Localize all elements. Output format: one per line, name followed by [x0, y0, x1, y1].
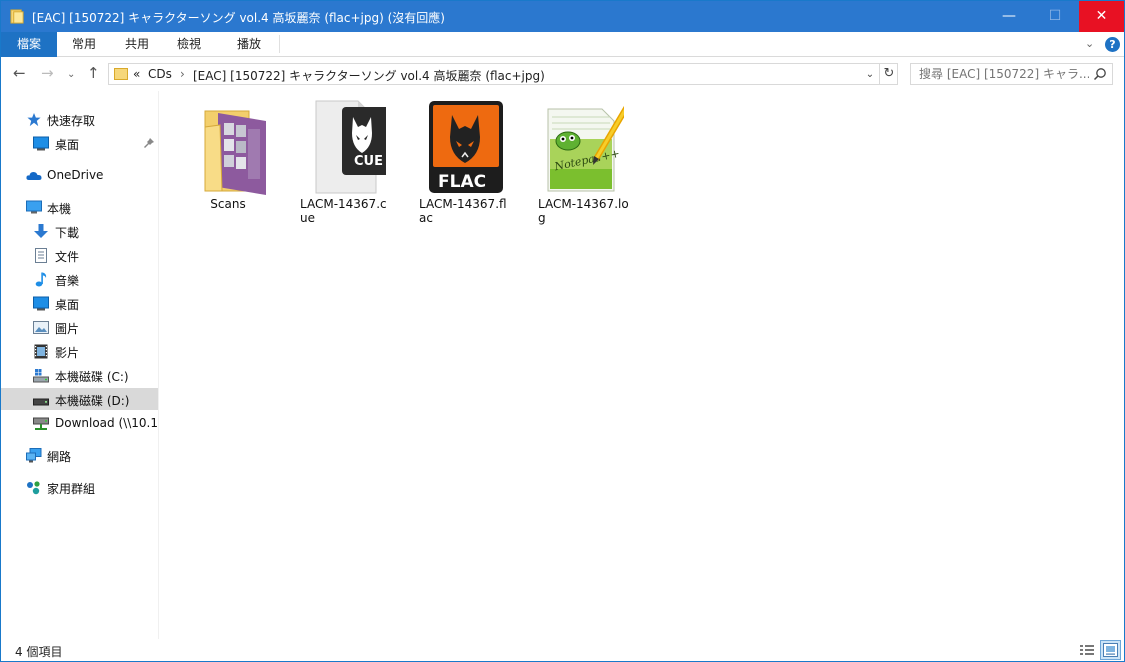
recent-locations-chevron-icon[interactable]: ⌄ — [67, 67, 75, 83]
sidebar-item-label: 本機 — [47, 202, 72, 216]
sidebar-item-label: 快速存取 — [47, 114, 96, 128]
cloud-icon — [26, 172, 42, 180]
flac-file-icon: FLAC — [429, 101, 503, 193]
file-item-cue[interactable]: CUE LACM-14367.cue — [298, 99, 394, 229]
sidebar-item-label: Download (\\10.10 — [55, 416, 158, 430]
drive-d-icon — [33, 398, 49, 406]
breadcrumb-current-folder[interactable]: [EAC] [150722] キャラクターソング vol.4 高坂麗奈 (fla… — [193, 67, 545, 84]
cue-file-icon: CUE — [315, 100, 386, 194]
expand-ribbon-chevron-icon[interactable]: ⌄ — [1085, 37, 1094, 50]
music-icon — [35, 272, 47, 287]
back-arrow-icon[interactable]: ← — [13, 65, 26, 81]
folder-icon — [114, 68, 128, 80]
sidebar-item-label: 網路 — [47, 450, 72, 464]
file-name: Scans — [210, 197, 246, 211]
close-button[interactable]: ✕ — [1079, 1, 1124, 32]
sidebar-item-label: 音樂 — [55, 274, 80, 288]
file-item-scans-folder[interactable]: Scans — [180, 99, 276, 229]
cue-badge-label: CUE — [354, 154, 383, 169]
sidebar-item-desktop-pinned[interactable]: 桌面 — [1, 132, 158, 154]
refresh-icon[interactable]: ↻ — [879, 64, 898, 84]
sidebar-item-drive-d[interactable]: 本機磁碟 (D:) — [1, 388, 158, 410]
window-title: [EAC] [150722] キャラクターソング vol.4 高坂麗奈 (fla… — [32, 11, 445, 25]
sidebar-item-network[interactable]: 網路 — [1, 444, 158, 466]
notepad-plus-plus-icon: Notepad++ — [547, 105, 624, 192]
homegroup-icon — [27, 481, 40, 495]
sidebar-item-label: 本機磁碟 (D:) — [55, 394, 130, 408]
navigation-bar: ← → ⌄ ↑ « CDs › [EAC] [150722] キャラクターソング… — [1, 57, 1124, 91]
desktop-icon — [33, 136, 49, 151]
file-item-flac[interactable]: FLAC LACM-14367.flac — [417, 99, 513, 229]
help-icon[interactable]: ? — [1105, 37, 1120, 52]
tab-divider — [279, 35, 280, 53]
tab-share[interactable]: 共用 — [114, 32, 160, 57]
search-icon[interactable] — [1093, 67, 1107, 81]
file-name: LACM-14367.log — [538, 197, 629, 225]
sidebar-item-label: 本機磁碟 (C:) — [55, 370, 129, 384]
sidebar-item-onedrive[interactable]: OneDrive — [1, 164, 158, 186]
file-name: LACM-14367.cue — [300, 197, 387, 225]
videos-icon — [34, 344, 48, 359]
status-bar: 4 個項目 — [1, 639, 1124, 661]
sidebar-item-label: 下載 — [55, 226, 80, 240]
sidebar-item-network-drive[interactable]: Download (\\10.10 — [1, 412, 158, 434]
download-icon — [34, 224, 48, 238]
tab-file[interactable]: 檔案 — [1, 32, 57, 57]
sidebar-item-quick-access[interactable]: 快速存取 — [1, 108, 158, 130]
flac-badge-label: FLAC — [438, 172, 486, 192]
pictures-icon — [33, 321, 49, 334]
file-list-view[interactable]: Scans CUE LACM-14367.cue FLAC LACM-14367… — [161, 91, 1124, 639]
sidebar-item-videos[interactable]: 影片 — [1, 340, 158, 362]
search-box[interactable] — [910, 63, 1113, 85]
sidebar-item-pictures[interactable]: 圖片 — [1, 316, 158, 338]
sidebar-item-label: 文件 — [55, 250, 80, 264]
breadcrumb-separator-icon: › — [180, 67, 185, 81]
breadcrumb-cds[interactable]: CDs — [148, 67, 172, 81]
navigation-pane: 快速存取 桌面 OneDrive 本機 下載 文件 音樂 桌面 圖片 影片 本機… — [1, 91, 159, 639]
file-item-log[interactable]: Notepad++ LACM-14367.log — [536, 99, 632, 229]
address-dropdown-chevron-icon[interactable]: ⌄ — [861, 66, 879, 83]
drive-c-icon — [33, 369, 49, 383]
folder-icon — [10, 9, 24, 24]
pin-icon[interactable] — [144, 138, 154, 148]
network-drive-icon — [33, 417, 49, 430]
sidebar-item-homegroup[interactable]: 家用群組 — [1, 476, 158, 498]
minimize-button[interactable]: — — [986, 1, 1032, 32]
title-bar[interactable]: [EAC] [150722] キャラクターソング vol.4 高坂麗奈 (fla… — [1, 1, 1124, 32]
tab-home[interactable]: 常用 — [61, 32, 107, 57]
ribbon-tabs: 檔案 常用 共用 檢視 播放 ⌄ ? — [1, 32, 1124, 57]
computer-icon — [26, 200, 42, 214]
star-icon — [27, 112, 41, 127]
document-icon — [35, 248, 47, 263]
item-count: 4 個項目 — [15, 645, 63, 659]
maximize-button[interactable]: ☐ — [1032, 1, 1078, 32]
desktop-icon — [33, 296, 49, 311]
sidebar-item-label: 桌面 — [55, 298, 80, 312]
details-view-icon[interactable] — [1079, 642, 1095, 658]
search-input[interactable] — [919, 67, 1089, 81]
path-overflow-chevron-icon[interactable]: « — [133, 67, 140, 81]
tab-view[interactable]: 檢視 — [166, 32, 212, 57]
sidebar-item-label: 家用群組 — [47, 482, 96, 496]
network-icon — [26, 448, 42, 463]
sidebar-item-documents[interactable]: 文件 — [1, 244, 158, 266]
explorer-window: [EAC] [150722] キャラクターソング vol.4 高坂麗奈 (fla… — [0, 0, 1125, 662]
sidebar-item-drive-c[interactable]: 本機磁碟 (C:) — [1, 364, 158, 386]
folder-icon — [204, 110, 266, 195]
sidebar-item-this-pc[interactable]: 本機 — [1, 196, 158, 218]
sidebar-item-label: 影片 — [55, 346, 80, 360]
sidebar-item-downloads[interactable]: 下載 — [1, 220, 158, 242]
forward-arrow-icon[interactable]: → — [41, 65, 54, 81]
large-icons-view-icon — [1103, 643, 1118, 657]
sidebar-item-label: 圖片 — [55, 322, 80, 336]
sidebar-item-label: 桌面 — [55, 138, 80, 152]
file-name: LACM-14367.flac — [419, 197, 507, 225]
sidebar-item-desktop[interactable]: 桌面 — [1, 292, 158, 314]
tab-play[interactable]: 播放 — [223, 32, 275, 57]
address-bar[interactable]: « CDs › [EAC] [150722] キャラクターソング vol.4 高… — [108, 63, 898, 85]
sidebar-item-label: OneDrive — [47, 168, 104, 182]
sidebar-item-music[interactable]: 音樂 — [1, 268, 158, 290]
large-icons-view-button[interactable] — [1100, 640, 1121, 660]
up-arrow-icon[interactable]: ↑ — [87, 65, 100, 81]
